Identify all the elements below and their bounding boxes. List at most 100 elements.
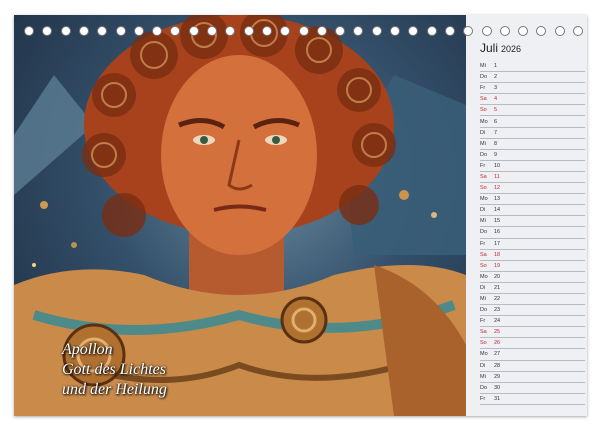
day-number: 22 — [494, 296, 501, 303]
binding-ring — [261, 26, 272, 36]
weekday-label: So — [480, 107, 487, 114]
binding-ring — [335, 26, 346, 36]
day-row: Do 16 — [480, 227, 585, 239]
weekday-label: Mi — [480, 140, 486, 147]
binding-ring — [78, 26, 89, 36]
day-row: Di 21 — [480, 283, 585, 294]
day-number: 9 — [494, 151, 498, 158]
day-number: 29 — [494, 373, 501, 380]
calendar-panel: Juli 2026 Mi 1 Do 2 Fr 3 Sa 4 So 5 Mo 6 Di 7 Mi 8 Do 9 Fr 10… — [466, 15, 587, 416]
weekday-label: Mo — [480, 273, 488, 280]
day-number: 16 — [494, 229, 501, 236]
day-number: 24 — [494, 318, 501, 325]
day-row: Mo 6 — [480, 116, 585, 128]
caption: Apollon Gott des Lichtes und der Heilung — [62, 340, 167, 400]
day-row: Fr 3 — [480, 83, 585, 95]
weekday-label: Mo — [480, 118, 488, 125]
month-header: Juli 2026 — [480, 41, 521, 55]
day-number: 23 — [494, 307, 501, 314]
binding-ring — [207, 26, 217, 36]
caption-line-3: und der Heilung — [62, 381, 167, 398]
month-name: Juli — [480, 41, 499, 55]
caption-line-1: Apollon — [62, 341, 113, 358]
binding-ring — [243, 26, 254, 36]
weekday-label: Di — [480, 362, 486, 369]
weekday-label: So — [480, 185, 487, 192]
binding-ring — [536, 26, 547, 36]
binding-ring — [60, 26, 71, 36]
weekday-label: Di — [480, 129, 486, 136]
binding-ring — [152, 26, 163, 36]
day-number: 19 — [494, 262, 501, 269]
binding-ring — [280, 26, 291, 36]
weekday-label: Sa — [480, 329, 487, 336]
binding-ring — [408, 26, 419, 36]
weekday-label: So — [480, 340, 487, 347]
day-row: Fr 10 — [480, 161, 585, 172]
day-number: 4 — [494, 96, 498, 103]
binding-ring — [188, 26, 199, 36]
day-number: 1 — [494, 63, 498, 70]
day-row: Mo 20 — [480, 272, 585, 283]
day-row: Sa 4 — [480, 94, 585, 106]
weekday-label: Di — [480, 284, 486, 291]
weekday-label: Mo — [480, 351, 488, 358]
binding-ring — [42, 26, 53, 36]
day-row: Do 9 — [480, 150, 585, 161]
weekday-label: Do — [480, 151, 488, 158]
day-row: Do 30 — [480, 383, 585, 394]
weekday-label: Sa — [480, 96, 487, 103]
day-number: 11 — [494, 173, 500, 180]
day-row: Mi 8 — [480, 139, 585, 150]
binding-ring — [225, 26, 236, 36]
weekday-label: Fr — [480, 85, 486, 92]
weekday-label: Fr — [480, 395, 486, 402]
day-number: 3 — [494, 85, 498, 92]
day-number: 6 — [494, 118, 498, 125]
weekday-label: Mi — [480, 296, 486, 303]
day-number: 27 — [494, 351, 501, 358]
weekday-label: Mi — [480, 63, 486, 70]
weekday-label: Do — [480, 307, 488, 314]
caption-line-2: Gott des Lichtes — [62, 361, 166, 378]
day-number: 10 — [494, 162, 501, 169]
year: 2026 — [501, 44, 522, 54]
binding-ring — [170, 26, 181, 36]
day-number: 18 — [494, 251, 501, 258]
day-row: Mo 27 — [480, 349, 585, 361]
day-row: So 5 — [480, 105, 585, 117]
weekday-label: So — [480, 262, 487, 269]
day-number: 12 — [494, 185, 501, 192]
day-row: Mo 13 — [480, 194, 585, 206]
weekday-label: Sa — [480, 251, 487, 258]
binding-ring — [463, 26, 474, 36]
binding-ring — [573, 26, 583, 36]
day-number: 25 — [494, 329, 501, 336]
weekday-label: Do — [480, 74, 488, 81]
day-number: 30 — [494, 384, 501, 391]
binding-ring — [115, 26, 126, 36]
day-row: Fr 31 — [480, 394, 585, 405]
binding-ring — [554, 26, 565, 36]
day-number: 8 — [494, 140, 498, 147]
weekday-label: Mi — [480, 218, 486, 225]
binding-ring — [316, 26, 327, 36]
weekday-label: Fr — [480, 162, 486, 169]
calendar-page: Apollon Gott des Lichtes und der Heilung… — [14, 15, 587, 416]
day-row: Mi 1 — [480, 61, 585, 73]
day-row: So 12 — [480, 183, 585, 195]
day-row: Fr 24 — [480, 316, 585, 328]
binding-ring — [371, 26, 382, 36]
day-row: Di 7 — [480, 128, 585, 139]
day-number: 5 — [494, 107, 498, 114]
day-number: 21 — [494, 284, 501, 291]
binding-ring — [390, 26, 400, 36]
day-number: 2 — [494, 74, 498, 81]
spiral-binding — [24, 23, 584, 39]
day-number: 7 — [494, 129, 498, 136]
weekday-label: Di — [480, 207, 486, 214]
day-row: Sa 25 — [480, 327, 585, 339]
apollon-artwork: Apollon Gott des Lichtes und der Heilung — [14, 15, 466, 416]
day-row: So 26 — [480, 338, 585, 350]
day-row: Mi 29 — [480, 372, 585, 383]
